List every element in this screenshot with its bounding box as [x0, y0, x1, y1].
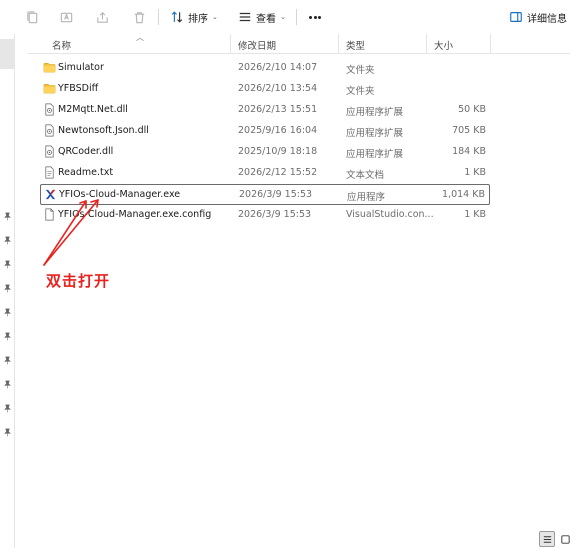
- sort-icon: [171, 11, 183, 23]
- file-type: 应用程序扩展: [346, 149, 404, 160]
- large-icons-view-icon: [560, 534, 570, 544]
- column-header-bar: ︿ 名称 修改日期 类型 大小: [28, 33, 570, 54]
- details-pane-icon: [510, 12, 522, 22]
- app-exe-icon: [45, 189, 56, 200]
- folder-icon: [43, 63, 56, 73]
- navigation-pane: [0, 34, 15, 548]
- share-icon[interactable]: [94, 9, 110, 25]
- file-type: 文件夹: [346, 86, 375, 97]
- pin-icon: [4, 308, 11, 317]
- column-divider[interactable]: [338, 34, 339, 54]
- text-file-icon: [45, 166, 54, 179]
- file-name: QRCoder.dll: [58, 146, 114, 157]
- annotation-label: 双击打开: [46, 272, 111, 290]
- file-date: 2026/2/10 14:07: [238, 62, 318, 73]
- sort-ascending-icon: ︿: [136, 33, 144, 42]
- file-row[interactable]: YFBSDiff 2026/2/10 13:54 文件夹: [40, 79, 490, 100]
- file-name: Readme.txt: [58, 167, 114, 178]
- column-header-type[interactable]: 类型: [346, 38, 365, 52]
- file-type: 应用程序扩展: [346, 128, 404, 139]
- file-name: Newtonsoft.Json.dll: [58, 125, 149, 136]
- view-button[interactable]: 查看 ⌄: [238, 8, 286, 26]
- pin-icon: [4, 284, 11, 293]
- folder-icon: [43, 84, 56, 94]
- rename-icon[interactable]: [58, 9, 74, 25]
- chevron-down-icon: ⌄: [212, 13, 218, 21]
- file-name: M2Mqtt.Net.dll: [58, 104, 128, 115]
- chevron-down-icon: ⌄: [280, 13, 286, 21]
- details-view-button[interactable]: [539, 531, 555, 547]
- file-size: 50 KB: [458, 104, 486, 115]
- file-row[interactable]: M2Mqtt.Net.dll 2026/2/13 15:51 应用程序扩展 50…: [40, 100, 490, 121]
- file-type: 应用程序: [347, 192, 386, 203]
- sort-button[interactable]: 排序 ⌄: [170, 8, 218, 26]
- dll-icon: [45, 103, 54, 116]
- file-row[interactable]: Readme.txt 2026/2/12 15:52 文本文档 1 KB: [40, 163, 490, 184]
- pin-icon: [4, 404, 11, 413]
- file-row[interactable]: Simulator 2026/2/10 14:07 文件夹: [40, 58, 490, 79]
- file-type: VisualStudio.con...: [346, 209, 434, 220]
- more-options-icon[interactable]: [306, 8, 324, 26]
- file-size: 1 KB: [464, 167, 486, 178]
- large-icons-view-button[interactable]: [557, 531, 570, 547]
- file-type: 文件夹: [346, 65, 375, 76]
- file-row[interactable]: Newtonsoft.Json.dll 2025/9/16 16:04 应用程序…: [40, 121, 490, 142]
- pin-icon: [4, 356, 11, 365]
- file-row[interactable]: YFIOs-Cloud-Manager.exe.config 2026/3/9 …: [40, 205, 490, 226]
- details-view-icon: [543, 535, 551, 543]
- pin-icon: [4, 380, 11, 389]
- column-divider[interactable]: [230, 34, 231, 54]
- file-date: 2026/3/9 15:53: [239, 189, 313, 200]
- file-date: 2026/3/9 15:53: [238, 209, 312, 220]
- pin-icon: [4, 260, 11, 269]
- column-header-name[interactable]: 名称: [52, 38, 71, 52]
- file-size: 705 KB: [452, 125, 486, 136]
- file-date: 2026/2/10 13:54: [238, 83, 318, 94]
- command-bar: 排序 ⌄ 查看 ⌄ 详细信息: [0, 0, 570, 34]
- copy-icon[interactable]: [24, 9, 40, 25]
- file-type: 文本文档: [346, 170, 385, 181]
- file-row[interactable]: QRCoder.dll 2025/10/9 18:18 应用程序扩展 184 K…: [40, 142, 490, 163]
- file-name: YFIOs-Cloud-Manager.exe.config: [58, 209, 212, 220]
- details-label: 详细信息: [527, 13, 567, 25]
- details-pane-button[interactable]: 详细信息: [509, 8, 567, 26]
- file-date: 2025/10/9 18:18: [238, 146, 318, 157]
- file-size: 184 KB: [452, 146, 486, 157]
- view-label: 查看: [256, 13, 276, 25]
- toolbar-divider: [296, 9, 297, 25]
- pin-icon: [4, 428, 11, 437]
- file-size: 1 KB: [464, 209, 486, 220]
- config-file-icon: [45, 208, 54, 221]
- pin-icon: [4, 212, 11, 221]
- pin-icon: [4, 332, 11, 341]
- file-row-selected[interactable]: YFIOs-Cloud-Manager.exe 2026/3/9 15:53 应…: [40, 184, 490, 205]
- view-icon: [239, 12, 251, 22]
- dll-icon: [45, 145, 54, 158]
- file-name: YFIOs-Cloud-Manager.exe: [59, 189, 181, 200]
- dll-icon: [45, 124, 54, 137]
- file-date: 2026/2/13 15:51: [238, 104, 318, 115]
- sort-label: 排序: [188, 13, 208, 25]
- column-divider[interactable]: [426, 34, 427, 54]
- file-size: 1,014 KB: [442, 189, 485, 200]
- pin-icon: [4, 236, 11, 245]
- column-header-size[interactable]: 大小: [434, 38, 453, 52]
- file-type: 应用程序扩展: [346, 107, 404, 118]
- nav-selected-item[interactable]: [0, 39, 14, 69]
- file-name: Simulator: [58, 62, 104, 73]
- column-header-date[interactable]: 修改日期: [238, 38, 276, 52]
- delete-icon[interactable]: [131, 9, 147, 25]
- toolbar-divider: [158, 9, 159, 25]
- column-divider[interactable]: [490, 34, 491, 54]
- file-date: 2026/2/12 15:52: [238, 167, 318, 178]
- file-name: YFBSDiff: [58, 83, 99, 94]
- file-date: 2025/9/16 16:04: [238, 125, 318, 136]
